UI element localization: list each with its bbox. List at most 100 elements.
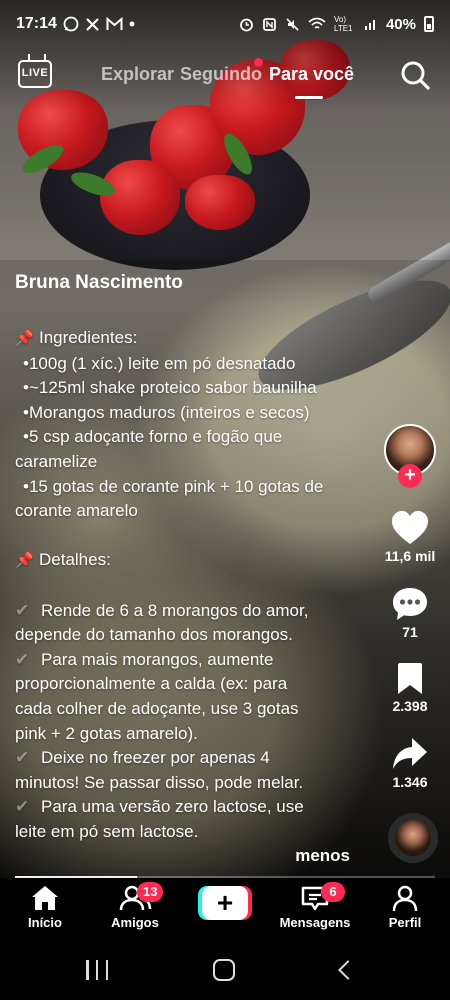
pin-icon: 📌 bbox=[15, 552, 34, 570]
active-tab-indicator bbox=[295, 96, 323, 99]
profile-icon bbox=[392, 885, 418, 912]
live-button[interactable]: LIVE bbox=[18, 60, 52, 88]
creator-avatar-group: + bbox=[380, 424, 440, 488]
caption-line: cada colher de adoçante, use 3 gotas bbox=[15, 697, 365, 722]
like-count: 11,6 mil bbox=[384, 548, 436, 564]
caption-line: proporcionalmente a calda (ex: para bbox=[15, 672, 365, 697]
post-caption[interactable]: 📌 Ingredientes: •100g (1 xíc.) leite em pó… bbox=[15, 326, 365, 844]
share-icon[interactable] bbox=[391, 736, 429, 772]
save-count: 2.398 bbox=[392, 698, 428, 714]
friends-badge: 13 bbox=[137, 882, 164, 902]
gmail-icon bbox=[106, 17, 123, 30]
collapse-caption-button[interactable]: menos bbox=[295, 846, 350, 866]
strawberry bbox=[185, 175, 255, 230]
tab-seguindo[interactable]: Seguindo bbox=[180, 64, 262, 85]
wifi-icon bbox=[308, 17, 326, 29]
whatsapp-icon bbox=[63, 16, 79, 32]
x-icon bbox=[86, 17, 99, 31]
caption-text: cada colher de adoçante, use 3 gotas bbox=[15, 698, 299, 718]
share-count: 1.346 bbox=[392, 774, 428, 790]
bookmark-icon[interactable] bbox=[396, 662, 424, 696]
caption-text: Para mais morangos, aumente bbox=[41, 649, 274, 669]
battery-icon bbox=[424, 16, 434, 32]
caption-text: Para uma versão zero lactose, use bbox=[41, 797, 304, 817]
nav-friends-label: Amigos bbox=[111, 915, 159, 930]
live-label: LIVE bbox=[21, 67, 49, 79]
save-action[interactable]: 2.398 bbox=[380, 662, 440, 714]
recent-apps-icon[interactable] bbox=[86, 960, 108, 980]
caption-text: corante amarelo bbox=[15, 501, 138, 521]
back-icon[interactable] bbox=[338, 960, 358, 980]
status-bar: 17:14 Vo) LTE1 40% bbox=[0, 0, 450, 48]
heart-icon[interactable] bbox=[390, 510, 430, 546]
caption-text: •~125ml shake proteico sabor baunilha bbox=[23, 378, 317, 398]
caption-text: •5 csp adoçante forno e fogão que bbox=[23, 427, 283, 447]
search-icon[interactable] bbox=[400, 60, 430, 90]
follow-button[interactable]: + bbox=[398, 464, 422, 488]
mute-icon bbox=[286, 17, 299, 31]
sound-disc[interactable] bbox=[388, 813, 438, 863]
caption-line: ✔ Para uma versão zero lactose, use bbox=[15, 795, 365, 820]
create-button[interactable]: + bbox=[198, 886, 252, 920]
system-home-icon[interactable] bbox=[213, 959, 235, 981]
share-action[interactable]: 1.346 bbox=[380, 736, 440, 790]
caption-line: pink + 2 gotas amarelo). bbox=[15, 722, 365, 747]
post-author[interactable]: Bruna Nascimento bbox=[15, 272, 183, 294]
nfc-icon bbox=[263, 17, 276, 31]
pin-icon: 📌 bbox=[15, 330, 34, 347]
battery-percent: 40% bbox=[385, 15, 416, 33]
caption-text: •15 gotas de corante pink + 10 gotas de bbox=[23, 476, 324, 496]
check-icon: ✔ bbox=[15, 748, 30, 768]
caption-line: 📌 Detalhes: bbox=[15, 548, 365, 574]
nav-profile[interactable]: Perfil bbox=[365, 884, 445, 930]
nav-messages[interactable]: Mensagens 6 bbox=[275, 882, 355, 930]
caption-text: depende do tamanho dos morangos. bbox=[15, 625, 293, 645]
network-label: Vo) LTE1 bbox=[333, 15, 353, 33]
caption-line: minutos! Se passar disso, pode melar. bbox=[15, 771, 365, 796]
plus-icon: + bbox=[202, 886, 248, 920]
caption-text: Rende de 6 a 8 morangos do amor, bbox=[41, 600, 309, 620]
caption-line: ✔ Deixe no freezer por apenas 4 bbox=[15, 746, 365, 771]
nav-friends[interactable]: Amigos 13 bbox=[95, 882, 175, 930]
caption-line: leite em pó sem lactose. bbox=[15, 820, 365, 845]
caption-line: ✔ Rende de 6 a 8 morangos do amor, bbox=[15, 599, 365, 624]
caption-line: •Morangos maduros (inteiros e secos) bbox=[15, 401, 365, 426]
caption-text: Ingredientes: bbox=[39, 328, 138, 347]
caption-text: caramelize bbox=[15, 451, 98, 471]
caption-text: leite em pó sem lactose. bbox=[15, 821, 199, 841]
check-icon: ✔ bbox=[15, 600, 30, 620]
system-nav-bar bbox=[0, 940, 450, 1000]
caption-text: •100g (1 xíc.) leite em pó desnatado bbox=[23, 353, 296, 373]
caption-text: proporcionalmente a calda (ex: para bbox=[15, 674, 288, 694]
status-app-icons bbox=[63, 16, 135, 32]
caption-text: •Morangos maduros (inteiros e secos) bbox=[23, 402, 310, 422]
top-nav: LIVE Explorar Seguindo Para você bbox=[0, 52, 450, 102]
caption-line: ✔ Para mais morangos, aumente bbox=[15, 648, 365, 673]
caption-line: corante amarelo bbox=[15, 499, 365, 524]
tab-explorar[interactable]: Explorar bbox=[101, 64, 174, 85]
caption-line: depende do tamanho dos morangos. bbox=[15, 623, 365, 648]
caption-text: Deixe no freezer por apenas 4 bbox=[41, 748, 270, 768]
like-action[interactable]: 11,6 mil bbox=[380, 510, 440, 564]
caption-text: Detalhes: bbox=[39, 550, 111, 570]
check-icon: ✔ bbox=[15, 797, 30, 817]
status-system-icons: Vo) LTE1 40% bbox=[239, 15, 434, 33]
comment-action[interactable]: 71 bbox=[380, 586, 440, 640]
tab-para-voce[interactable]: Para você bbox=[269, 64, 354, 85]
signal-icon bbox=[364, 20, 375, 30]
caption-line: 📌 Ingredientes: bbox=[15, 326, 365, 352]
caption-line: •100g (1 xíc.) leite em pó desnatado bbox=[15, 352, 365, 377]
strawberry bbox=[100, 160, 180, 235]
caption-line: •~125ml shake proteico sabor baunilha bbox=[15, 376, 365, 401]
messages-badge: 6 bbox=[321, 882, 345, 902]
nav-home[interactable]: Início bbox=[5, 884, 85, 930]
following-notification-dot bbox=[254, 58, 263, 67]
comment-icon[interactable] bbox=[391, 586, 429, 622]
bottom-nav: Início Amigos 13 + Mensagens 6 Perfil bbox=[0, 878, 450, 940]
home-icon bbox=[32, 886, 58, 910]
dot-icon bbox=[129, 21, 135, 27]
caption-line: •15 gotas de corante pink + 10 gotas de bbox=[15, 475, 365, 500]
comment-count: 71 bbox=[402, 624, 418, 640]
alarm-icon bbox=[240, 18, 253, 31]
